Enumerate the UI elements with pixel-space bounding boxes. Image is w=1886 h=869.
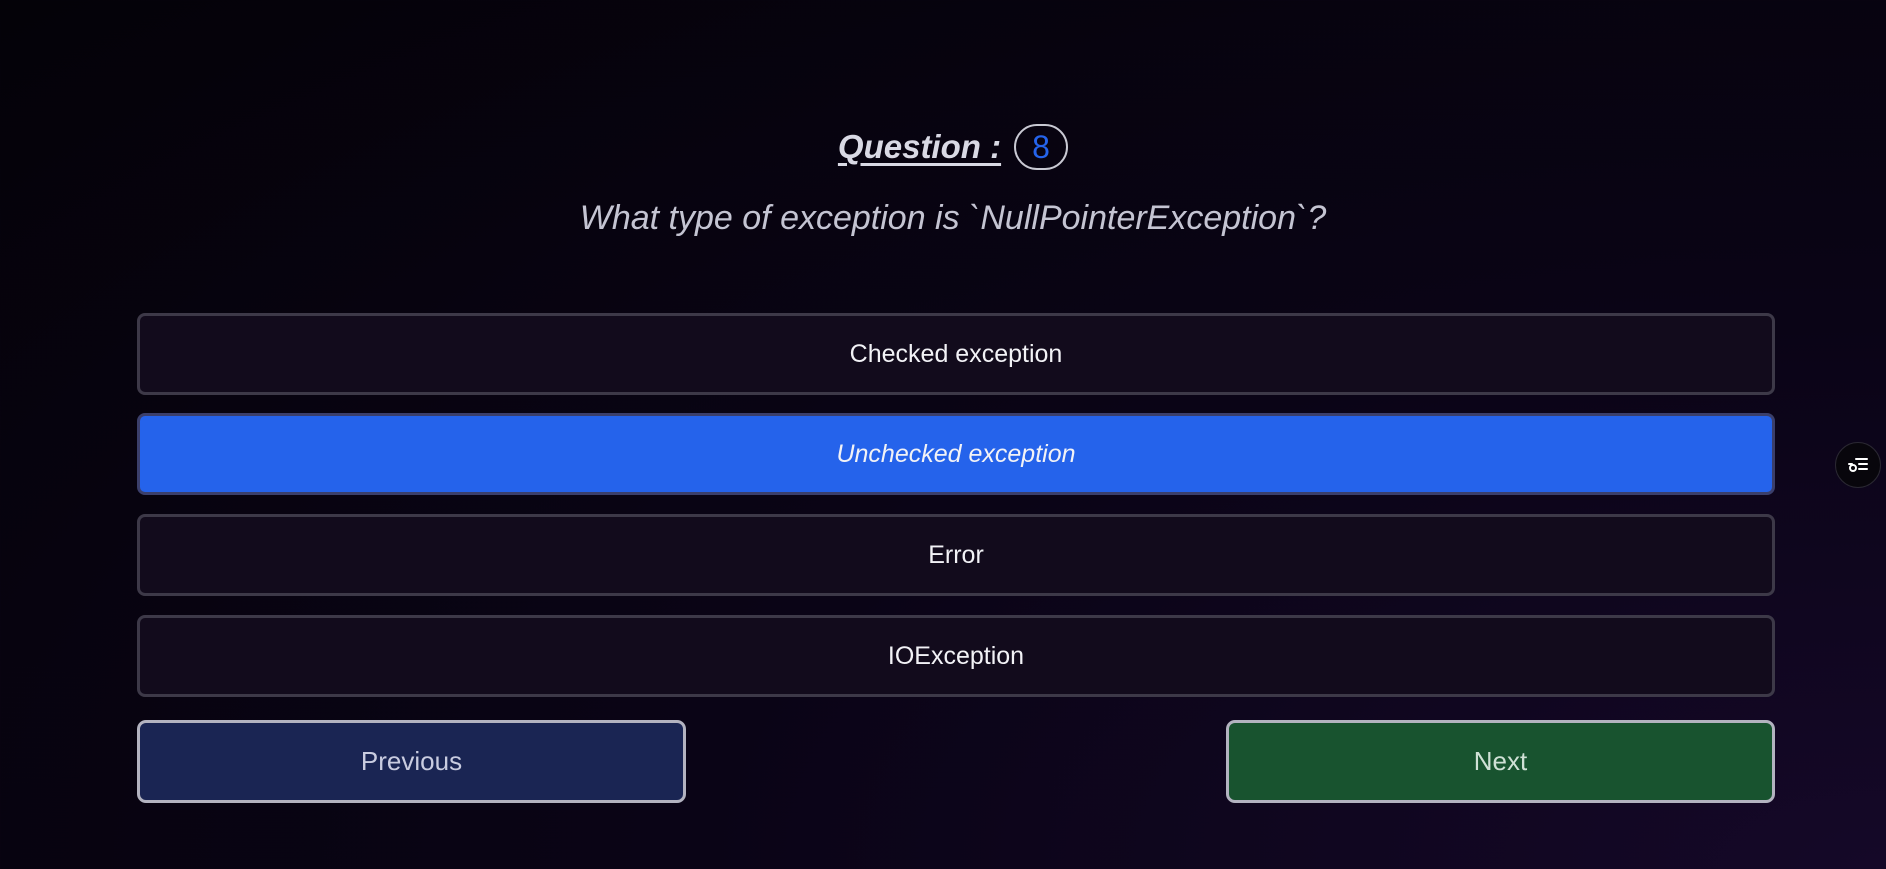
question-label: Question : xyxy=(837,128,1002,165)
next-button[interactable]: Next xyxy=(1226,720,1775,803)
option-checked-exception[interactable]: Checked exception xyxy=(137,313,1775,395)
question-text: What type of exception is `NullPointerEx… xyxy=(579,199,1327,237)
side-menu-button[interactable] xyxy=(1835,442,1881,488)
option-unchecked-exception[interactable]: Unchecked exception xyxy=(137,413,1775,495)
option-ioexception[interactable]: IOException xyxy=(137,615,1775,697)
question-header: Question : 8 xyxy=(0,124,1886,170)
option-error[interactable]: Error xyxy=(137,514,1775,596)
question-number-badge: 8 xyxy=(1014,124,1069,170)
previous-button[interactable]: Previous xyxy=(137,720,686,803)
list-settings-icon xyxy=(1848,458,1868,472)
